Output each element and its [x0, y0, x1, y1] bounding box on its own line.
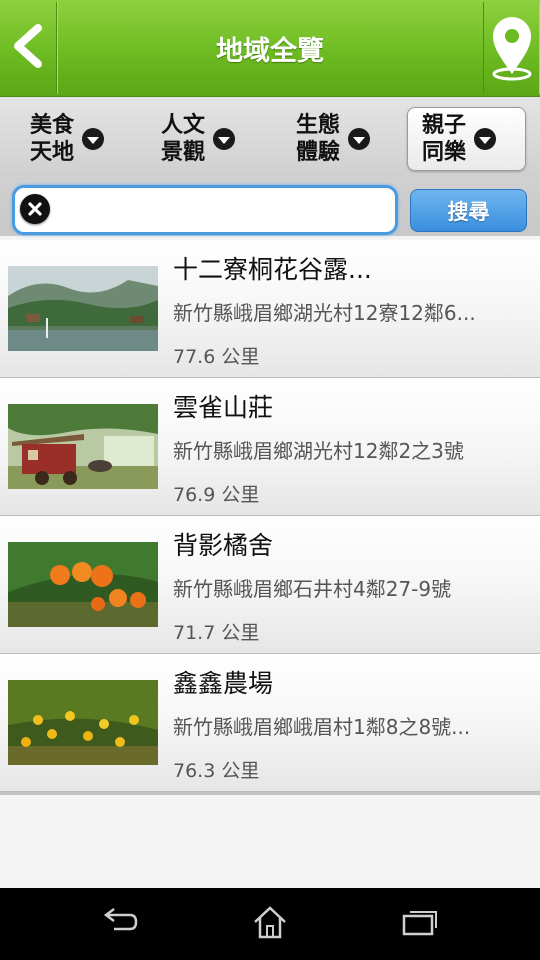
place-thumbnail — [8, 680, 158, 765]
category-culture[interactable]: 人文 景觀 — [157, 107, 235, 171]
place-address: 新竹縣峨眉鄉湖光村12鄰2之3號 — [173, 439, 464, 463]
map-pin-icon — [487, 10, 537, 86]
search-bar: 搜尋 — [0, 180, 540, 236]
place-address: 新竹縣峨眉鄉峨眉村1鄰8之8號... — [173, 715, 471, 739]
chevron-left-icon — [8, 22, 48, 74]
clear-icon[interactable] — [20, 194, 50, 224]
nav-recents-icon — [401, 907, 439, 941]
app-header: 地域全覽 — [0, 0, 540, 97]
place-distance: 71.7 公里 — [173, 622, 260, 644]
place-address: 新竹縣峨眉鄉石井村4鄰27-9號 — [173, 577, 452, 601]
list-item[interactable]: 雲雀山莊 新竹縣峨眉鄉湖光村12鄰2之3號 76.9 公里 — [0, 378, 540, 516]
category-family[interactable]: 親子 同樂 — [407, 107, 526, 171]
dropdown-arrow-icon — [213, 128, 235, 150]
category-ecology-label: 生態 體驗 — [295, 113, 340, 165]
list-item[interactable]: 背影橘舍 新竹縣峨眉鄉石井村4鄰27-9號 71.7 公里 — [0, 516, 540, 654]
nav-back-icon — [100, 907, 140, 941]
page-title: 地域全覽 — [216, 35, 324, 67]
dropdown-arrow-icon — [82, 128, 104, 150]
place-address: 新竹縣峨眉鄉湖光村12寮12鄰6... — [173, 301, 476, 325]
place-list: 十二寮桐花谷露... 新竹縣峨眉鄉湖光村12寮12鄰6... 77.6 公里 雲… — [0, 240, 540, 795]
place-thumbnail — [8, 404, 158, 489]
category-culture-label: 人文 景觀 — [160, 113, 205, 165]
list-divider — [0, 792, 540, 795]
nav-back-button[interactable] — [100, 904, 140, 944]
place-title: 鑫鑫農場 — [173, 669, 274, 698]
search-input[interactable] — [55, 194, 389, 228]
system-nav-bar — [0, 888, 540, 960]
nav-home-icon — [252, 905, 288, 943]
category-food[interactable]: 美食 天地 — [26, 107, 104, 171]
place-thumbnail — [8, 542, 158, 627]
place-distance: 76.3 公里 — [173, 760, 260, 782]
place-thumbnail — [8, 266, 158, 351]
place-distance: 77.6 公里 — [173, 346, 260, 368]
category-family-label: 親子 同樂 — [421, 113, 466, 165]
category-bar: 美食 天地 人文 景觀 生態 體驗 親子 同樂 — [0, 97, 540, 180]
place-distance: 76.9 公里 — [173, 484, 260, 506]
list-item[interactable]: 十二寮桐花谷露... 新竹縣峨眉鄉湖光村12寮12鄰6... 77.6 公里 — [0, 240, 540, 378]
place-title: 背影橘舍 — [173, 531, 274, 560]
map-button[interactable] — [483, 2, 540, 94]
dropdown-arrow-icon — [348, 128, 370, 150]
search-button[interactable]: 搜尋 — [410, 189, 527, 232]
dropdown-arrow-icon — [474, 128, 496, 150]
category-ecology[interactable]: 生態 體驗 — [292, 107, 370, 171]
nav-recents-button[interactable] — [400, 904, 440, 944]
nav-home-button[interactable] — [250, 904, 290, 944]
search-box — [12, 185, 398, 235]
back-button[interactable] — [0, 2, 57, 94]
category-food-label: 美食 天地 — [29, 113, 74, 165]
place-title: 雲雀山莊 — [173, 393, 274, 422]
list-item[interactable]: 鑫鑫農場 新竹縣峨眉鄉峨眉村1鄰8之8號... 76.3 公里 — [0, 654, 540, 792]
place-title: 十二寮桐花谷露... — [173, 255, 372, 284]
